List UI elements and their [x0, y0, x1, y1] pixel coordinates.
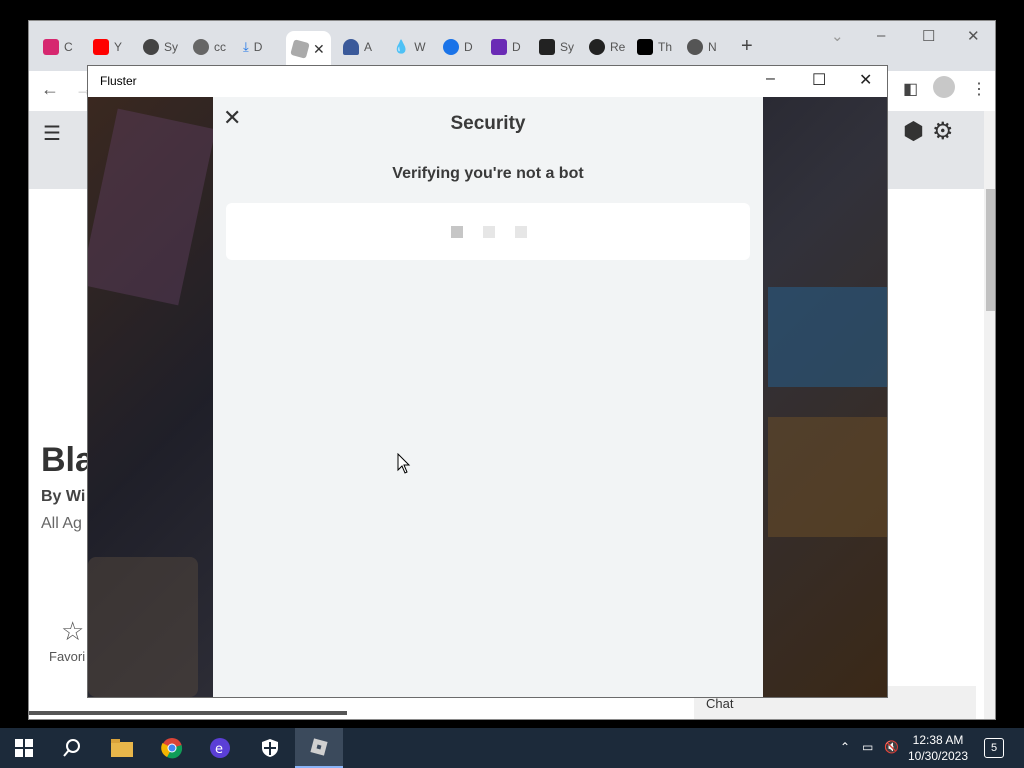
chevron-up-icon[interactable]: ⌃ [840, 740, 850, 754]
tab-14[interactable]: N [687, 35, 717, 59]
network-icon[interactable]: ▭ [862, 740, 873, 754]
fluster-maximize-button[interactable]: ☐ [812, 70, 826, 90]
loading-dot [451, 226, 463, 238]
favorite-label: Favori [49, 649, 86, 664]
side-panel-icon[interactable]: ◧ [903, 79, 918, 99]
star-icon[interactable]: ☆ [61, 616, 84, 647]
chat-label: Chat [706, 696, 734, 711]
modal-title: Security [450, 113, 526, 134]
tab-strip: C Y Sy cc ⤓ D ✕ A 💧 W D D Sy Re Th N + ⌄ –… [29, 21, 995, 71]
game-title: Bla [41, 441, 94, 479]
vertical-scrollbar[interactable] [984, 111, 995, 719]
security-modal: ✕ Security Verifying you're not a bot [213, 97, 763, 697]
share-icon [443, 39, 459, 55]
tab-7[interactable]: A [343, 35, 372, 59]
shield-icon[interactable] [246, 728, 294, 768]
app-e-icon[interactable]: e [196, 728, 244, 768]
robux-icon[interactable]: ⬢ [903, 118, 932, 145]
roblox-taskbar-icon[interactable] [295, 728, 343, 768]
menu-icon[interactable]: ⋮ [971, 79, 987, 99]
svg-text:e: e [215, 742, 223, 757]
hamburger-icon[interactable]: ☰ [43, 121, 61, 146]
new-tab-button[interactable]: + [741, 35, 753, 58]
close-button[interactable]: ✕ [967, 27, 980, 45]
sync-icon [143, 39, 159, 55]
tab-1[interactable]: C [43, 35, 73, 59]
clock-time: 12:38 AM [912, 733, 964, 747]
loading-card [226, 203, 750, 260]
horizontal-scrollbar[interactable] [29, 711, 347, 715]
search-icon[interactable] [48, 728, 96, 768]
download-icon: ⤓ [243, 39, 249, 54]
fluster-title: Fluster [100, 74, 137, 88]
tab-13[interactable]: Th [637, 35, 672, 59]
volume-muted-icon[interactable]: 🔇 [884, 740, 899, 754]
clock-date: 10/30/2023 [907, 749, 969, 763]
fluster-window: Fluster – ☐ ✕ ✕ Security Verifying you'r… [87, 65, 888, 698]
header-icons: ⬢⚙ [903, 117, 961, 146]
tab-4[interactable]: cc [193, 35, 226, 59]
pink-square-icon [43, 39, 59, 55]
loading-dot [515, 226, 527, 238]
tab-11[interactable]: Sy [539, 35, 574, 59]
maximize-button[interactable]: ☐ [922, 27, 935, 45]
file-explorer-icon[interactable] [98, 728, 146, 768]
scrollbar-thumb[interactable] [986, 189, 995, 311]
taskbar: e ⌃ ▭ 🔇 12:38 AM 10/30/2023 5 [0, 728, 1024, 768]
youtube-icon [93, 39, 109, 55]
loading-dot [483, 226, 495, 238]
tab-8[interactable]: 💧 W [393, 35, 426, 59]
system-clock[interactable]: 12:38 AM 10/30/2023 [906, 732, 970, 764]
threads-icon [637, 39, 653, 55]
fluster-close-button[interactable]: ✕ [859, 70, 872, 90]
tab-2[interactable]: Y [93, 35, 122, 59]
mouse-cursor-icon [397, 453, 411, 474]
back-icon[interactable]: ← [41, 79, 59, 100]
game-creator[interactable]: By Wi [41, 488, 85, 506]
profile-avatar[interactable] [933, 76, 955, 98]
fluster-titlebar: Fluster – ☐ ✕ [88, 66, 887, 97]
tab-5[interactable]: ⤓ D [243, 35, 262, 59]
game-age-rating: All Ag [41, 515, 82, 532]
settings-icon[interactable]: ⚙ [932, 118, 962, 145]
chrome-icon [687, 39, 703, 55]
minimize-button[interactable]: – [877, 27, 885, 44]
modal-subtitle: Verifying you're not a bot [392, 165, 584, 182]
github-icon [589, 39, 605, 55]
windows-start-icon[interactable] [0, 728, 48, 768]
chrome-icon[interactable] [148, 728, 196, 768]
notification-center-icon[interactable]: 5 [984, 738, 1004, 758]
roblox-icon [290, 39, 310, 59]
car-icon [343, 39, 359, 55]
tab-10[interactable]: D [491, 35, 521, 59]
globe-icon [193, 39, 209, 55]
tab-9[interactable]: D [443, 35, 473, 59]
tab-3[interactable]: Sy [143, 35, 178, 59]
fluster-minimize-button[interactable]: – [766, 70, 775, 88]
tab-close-icon[interactable]: ✕ [313, 41, 325, 58]
tab-search-icon[interactable]: ⌄ [831, 27, 844, 45]
tab-active[interactable]: ✕ [286, 31, 331, 67]
tab-12[interactable]: Re [589, 35, 625, 59]
drop-icon: 💧 [393, 39, 410, 54]
square-icon [491, 39, 507, 55]
dark-square-icon [539, 39, 555, 55]
